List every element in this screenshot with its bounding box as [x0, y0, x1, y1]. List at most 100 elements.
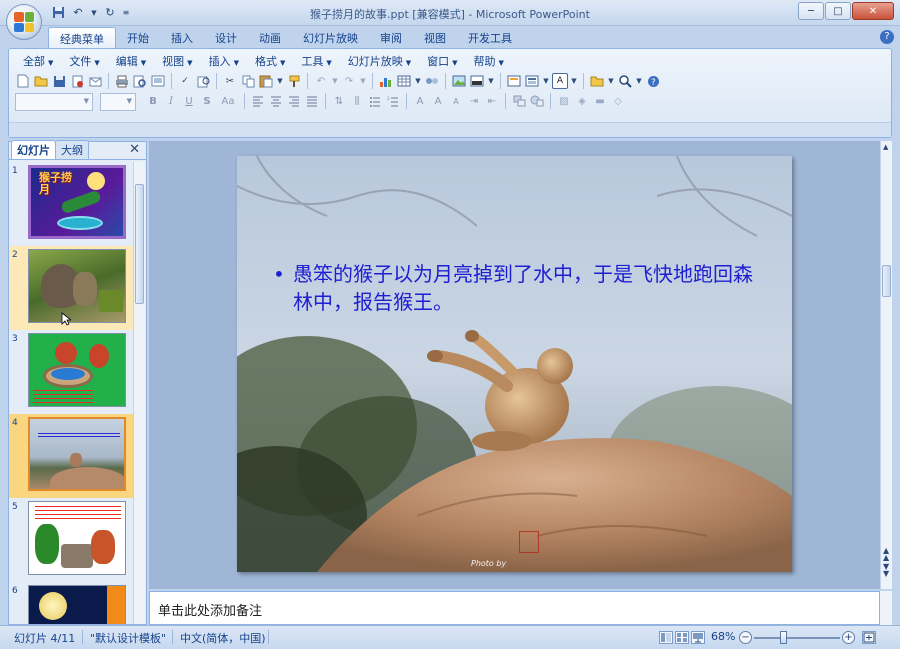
office-button[interactable]	[6, 4, 42, 40]
font-color-icon[interactable]: A	[412, 93, 428, 109]
shapes-icon[interactable]	[529, 93, 545, 109]
increase-font-icon[interactable]: A	[430, 93, 446, 109]
insert-smartart-icon[interactable]	[424, 73, 440, 89]
zoom-slider-handle[interactable]	[780, 631, 787, 644]
slide-scrollbar[interactable]: ▲ ▲ ▲ ▼ ▼	[880, 141, 892, 589]
notes-pane[interactable]: 单击此处添加备注	[149, 591, 880, 625]
format-painter-icon[interactable]	[286, 73, 302, 89]
open-folder-icon[interactable]	[33, 73, 49, 89]
zoom-slider-track[interactable]	[754, 637, 840, 639]
notes-scrollbar[interactable]	[880, 591, 892, 625]
shape-effects-icon[interactable]: ◇	[610, 93, 626, 109]
bullets-icon[interactable]	[367, 93, 383, 109]
menu-item-0[interactable]: 全部 ▼	[15, 54, 61, 70]
shadow-icon[interactable]: S	[199, 93, 215, 109]
fit-to-window-icon[interactable]	[862, 631, 876, 644]
line-color-icon[interactable]: ▬	[592, 93, 608, 109]
tab-8[interactable]: 开发工具	[457, 27, 523, 49]
textbox-dropdown-icon[interactable]: ▼	[570, 73, 578, 89]
decrease-indent-icon[interactable]: ⇤	[484, 93, 500, 109]
change-case-icon[interactable]: Aa	[217, 93, 239, 109]
redo-icon[interactable]: ↷	[341, 73, 357, 89]
copy-icon[interactable]	[240, 73, 256, 89]
scroll-up-icon[interactable]: ▲	[883, 143, 888, 151]
arrange-icon[interactable]	[511, 93, 527, 109]
tab-6[interactable]: 审阅	[369, 27, 413, 49]
new-file-icon[interactable]	[15, 73, 31, 89]
help-icon[interactable]: ?	[880, 30, 894, 44]
slide-thumbnail-2[interactable]: 2	[9, 246, 133, 330]
slide-thumbnail-6[interactable]: 6	[9, 582, 133, 624]
font-size-select[interactable]: ▼	[100, 93, 136, 111]
zoom-dropdown-icon[interactable]: ▼	[635, 73, 643, 89]
undo-dropdown-icon[interactable]: ▼	[331, 73, 339, 89]
fill-color-icon[interactable]: ◈	[574, 93, 590, 109]
new-slide-icon[interactable]	[506, 73, 522, 89]
research-icon[interactable]	[195, 73, 211, 89]
email-icon[interactable]	[87, 73, 103, 89]
zoom-level[interactable]: 68%	[711, 630, 735, 643]
close-button[interactable]: ✕	[852, 2, 894, 20]
permission-icon[interactable]	[69, 73, 85, 89]
insert-table-icon[interactable]	[396, 73, 412, 89]
cut-icon[interactable]: ✂	[222, 73, 238, 89]
zoom-in-button[interactable]: +	[842, 631, 855, 644]
menu-item-1[interactable]: 文件 ▼	[61, 54, 107, 70]
slide-layout-icon[interactable]	[524, 73, 540, 89]
undo-icon[interactable]: ↶	[313, 73, 329, 89]
scroll-thumb[interactable]	[135, 184, 144, 304]
menu-item-9[interactable]: 帮助 ▼	[466, 54, 512, 70]
next-slide-icon[interactable]: ▼ ▼	[883, 563, 889, 578]
redo-dropdown-icon[interactable]: ▼	[359, 73, 367, 89]
underline-icon[interactable]: U	[181, 93, 197, 109]
slide-thumbnail-4[interactable]: 4	[9, 414, 133, 498]
maximize-button[interactable]: □	[825, 2, 851, 20]
align-center-icon[interactable]	[268, 93, 284, 109]
bold-icon[interactable]: B	[145, 93, 161, 109]
align-right-icon[interactable]	[286, 93, 302, 109]
slide-body-text[interactable]: • 愚笨的猴子以为月亮掉到了水中，于是飞快地跑回森林中，报告猴王。	[273, 260, 753, 316]
italic-icon[interactable]: I	[163, 93, 179, 109]
previous-slide-icon[interactable]: ▲ ▲	[883, 547, 889, 562]
zoom-out-button[interactable]: −	[739, 631, 752, 644]
align-left-icon[interactable]	[250, 93, 266, 109]
text-direction-icon[interactable]: ⇅	[331, 93, 347, 109]
justify-icon[interactable]	[304, 93, 320, 109]
paste-dropdown-icon[interactable]: ▼	[276, 73, 284, 89]
menu-item-5[interactable]: 格式 ▼	[247, 54, 293, 70]
columns-icon[interactable]: ⫼	[349, 93, 365, 109]
slideshow-view-icon[interactable]	[691, 631, 705, 644]
text-box-icon[interactable]: A	[552, 73, 568, 89]
language-indicator[interactable]: 中文(简体，中国)	[180, 630, 266, 646]
help-small-icon[interactable]: ?	[645, 73, 661, 89]
insert-picture-icon[interactable]	[451, 73, 467, 89]
tab-0[interactable]: 经典菜单	[48, 27, 116, 49]
menu-item-3[interactable]: 视图 ▼	[154, 54, 200, 70]
slide-thumbnail-1[interactable]: 1 猴子捞月	[9, 162, 133, 246]
menu-item-8[interactable]: 窗口 ▼	[419, 54, 465, 70]
insert-chart-icon[interactable]	[378, 73, 394, 89]
menu-item-2[interactable]: 编辑 ▼	[108, 54, 154, 70]
shape-fill-icon[interactable]: ▨	[556, 93, 572, 109]
scroll-thumb[interactable]	[882, 265, 891, 297]
folder-icon[interactable]	[589, 73, 605, 89]
slide-thumbnail-5[interactable]: 5	[9, 498, 133, 582]
grayscale-dropdown-icon[interactable]: ▼	[487, 73, 495, 89]
theme-name[interactable]: "默认设计模板"	[90, 630, 166, 646]
color-grayscale-icon[interactable]	[469, 73, 485, 89]
tab-7[interactable]: 视图	[413, 27, 457, 49]
zoom-icon[interactable]	[617, 73, 633, 89]
tab-outline[interactable]: 大纲	[55, 140, 89, 159]
normal-view-icon[interactable]	[659, 631, 673, 644]
table-dropdown-icon[interactable]: ▼	[414, 73, 422, 89]
folder-dropdown-icon[interactable]: ▼	[607, 73, 615, 89]
menu-item-7[interactable]: 幻灯片放映 ▼	[340, 54, 419, 70]
minimize-button[interactable]: ─	[798, 2, 824, 20]
panel-close-icon[interactable]: ✕	[129, 142, 140, 157]
tab-slides[interactable]: 幻灯片	[11, 140, 56, 159]
tab-1[interactable]: 开始	[116, 27, 160, 49]
increase-indent-icon[interactable]: ⇥	[466, 93, 482, 109]
layout-dropdown-icon[interactable]: ▼	[542, 73, 550, 89]
slide-canvas[interactable]: • 愚笨的猴子以为月亮掉到了水中，于是飞快地跑回森林中，报告猴王。 Photo …	[237, 156, 792, 572]
paste-icon[interactable]	[258, 73, 274, 89]
